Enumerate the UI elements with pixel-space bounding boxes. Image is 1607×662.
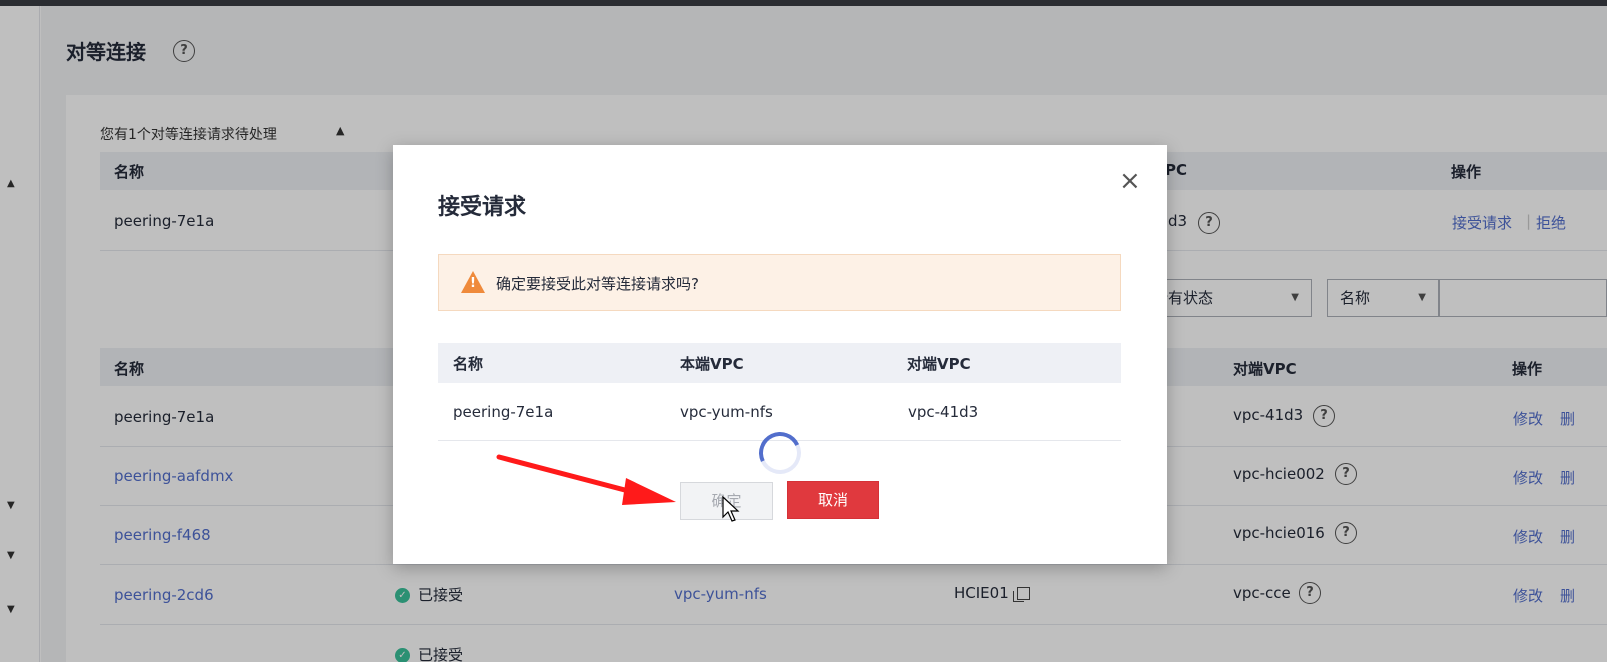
arrow-head: [622, 478, 676, 505]
arrow-shaft: [496, 454, 643, 497]
mouse-cursor-icon: [722, 496, 740, 522]
annotation-arrow: [496, 454, 676, 505]
